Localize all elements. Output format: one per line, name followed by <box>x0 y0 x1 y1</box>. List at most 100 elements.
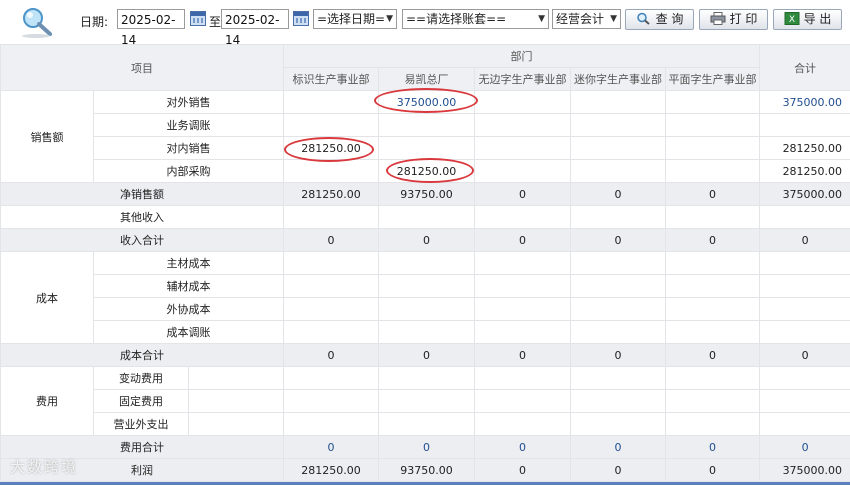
total-cell <box>759 274 850 298</box>
table-cell: 0 <box>570 458 667 482</box>
total-cell <box>759 366 850 390</box>
table-cell <box>474 297 572 321</box>
table-cell <box>283 297 380 321</box>
table-cell: 0 <box>665 228 761 252</box>
row-label: 成本合计 <box>0 343 285 367</box>
dept-column-header: 易凯总厂 <box>378 67 476 91</box>
date-select[interactable]: =选择日期= ▼ <box>313 9 397 29</box>
table-cell <box>187 412 285 436</box>
table-cell <box>665 136 761 160</box>
table-cell <box>474 251 572 275</box>
table-cell <box>283 205 380 229</box>
table-cell: 0 <box>665 458 761 482</box>
table-cell: 0 <box>665 182 761 206</box>
group-label-expense: 费用 <box>0 366 94 436</box>
printer-icon <box>710 12 726 25</box>
date-label: 日期: <box>80 15 109 29</box>
row-label: 对内销售 <box>92 136 285 160</box>
svg-text:X: X <box>788 15 794 25</box>
total-cell <box>759 389 850 413</box>
total-cell <box>759 113 850 137</box>
calendar-to-icon[interactable] <box>293 11 309 26</box>
account-select-value: ==请选择账套== <box>406 12 507 26</box>
table-cell: 0 <box>378 228 476 252</box>
table-cell <box>665 366 761 390</box>
table-cell <box>570 412 667 436</box>
total-cell: 375000.00 <box>759 90 850 114</box>
table-cell: 0 <box>665 343 761 367</box>
table-cell <box>283 412 380 436</box>
chevron-down-icon: ▼ <box>386 14 393 24</box>
table-cell <box>283 366 380 390</box>
table-cell <box>378 297 476 321</box>
total-cell <box>759 297 850 321</box>
table-row: 辅材成本 <box>1 274 850 298</box>
table-cell: 0 <box>474 435 572 459</box>
table-cell <box>474 366 572 390</box>
total-cell: 281250.00 <box>759 159 850 183</box>
table-cell: 0 <box>570 228 667 252</box>
report-table: 项目 部门 合计 标识生产事业部 易凯总厂 无边字生产事业部 迷你字生产事业部 … <box>0 44 850 482</box>
table-cell <box>378 274 476 298</box>
table-cell <box>570 205 667 229</box>
account-select[interactable]: ==请选择账套== ▼ <box>402 9 549 29</box>
row-label: 对外销售 <box>92 90 285 114</box>
table-cell <box>187 389 285 413</box>
row-label: 业务调账 <box>92 113 285 137</box>
table-cell <box>283 159 380 183</box>
table-cell <box>570 251 667 275</box>
table-cell <box>474 205 572 229</box>
table-cell <box>283 274 380 298</box>
date-from-input[interactable]: 2025-02-14 <box>117 9 185 47</box>
table-cell <box>665 113 761 137</box>
chevron-down-icon: ▼ <box>538 14 545 24</box>
table-row: 收入合计 0 0 0 0 0 0 <box>0 228 850 252</box>
table-cell: 0 <box>283 228 380 252</box>
export-button-label: 导 出 <box>803 12 832 26</box>
total-cell: 0 <box>759 435 850 459</box>
table-row: 外协成本 <box>1 297 850 321</box>
mode-select[interactable]: 经营会计 ▼ <box>552 9 621 29</box>
print-button[interactable]: 打 印 <box>699 9 768 30</box>
row-label: 固定费用 <box>93 389 189 413</box>
table-cell <box>474 113 572 137</box>
chevron-down-icon: ▼ <box>610 14 617 24</box>
table-cell <box>474 159 572 183</box>
total-cell <box>759 320 850 344</box>
table-cell: 0 <box>474 343 572 367</box>
row-label: 外协成本 <box>92 297 285 321</box>
row-label: 营业外支出 <box>93 412 189 436</box>
dept-column-header: 平面字生产事业部 <box>665 67 761 91</box>
search-icon <box>636 12 650 25</box>
mode-select-value: 经营会计 <box>556 12 605 26</box>
table-cell <box>665 205 761 229</box>
item-header: 项目 <box>0 44 285 91</box>
calendar-from-icon[interactable] <box>190 11 206 26</box>
row-label: 主材成本 <box>92 251 285 275</box>
table-cell: 281250.00 <box>283 182 380 206</box>
table-cell: 0 <box>378 343 476 367</box>
table-cell: 0 <box>474 458 572 482</box>
table-cell: 0 <box>283 343 380 367</box>
table-cell <box>570 389 667 413</box>
table-cell <box>665 389 761 413</box>
table-row: 费用 变动费用 <box>0 366 850 436</box>
query-button[interactable]: 查 询 <box>625 9 694 30</box>
table-cell <box>378 136 476 160</box>
table-cell: 281250.00 <box>283 136 380 160</box>
table-cell <box>474 136 572 160</box>
date-to-input[interactable]: 2025-02-14 <box>221 9 289 47</box>
table-cell <box>378 389 476 413</box>
table-cell <box>474 274 572 298</box>
table-cell <box>570 366 667 390</box>
table-cell: 0 <box>665 435 761 459</box>
table-cell: 0 <box>570 343 667 367</box>
table-row: 营业外支出 <box>1 412 850 436</box>
watermark: 大数跨境 <box>10 458 79 476</box>
table-cell <box>474 90 572 114</box>
total-cell <box>759 251 850 275</box>
export-button[interactable]: X 导 出 <box>773 9 842 30</box>
total-cell: 375000.00 <box>759 182 850 206</box>
table-cell <box>665 159 761 183</box>
table-cell <box>474 389 572 413</box>
